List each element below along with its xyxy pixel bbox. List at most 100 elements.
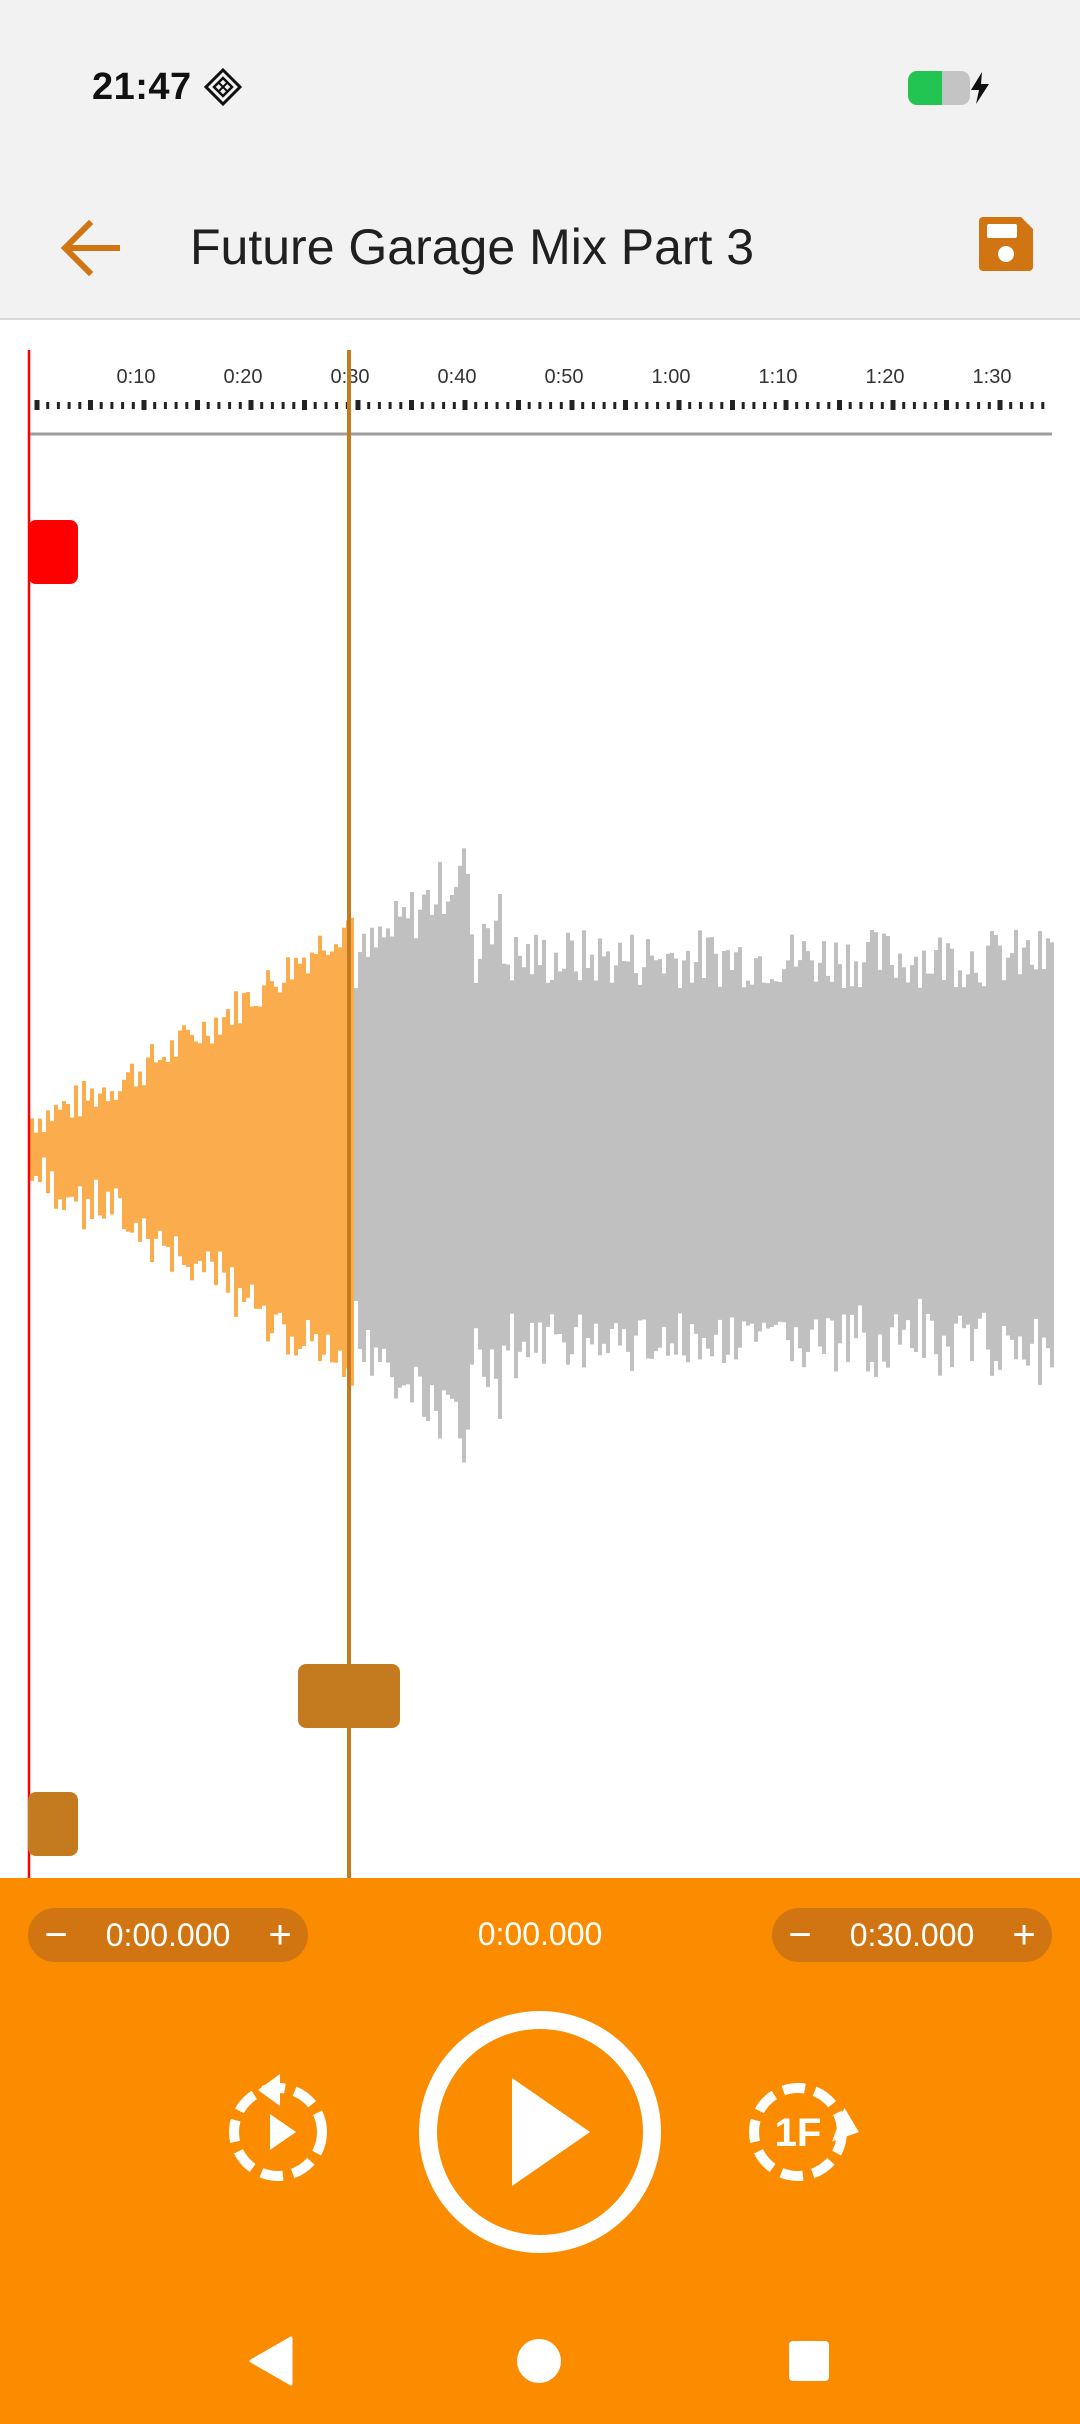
waveform-bar (290, 979, 294, 1337)
waveform-bar (862, 962, 866, 1333)
waveform-bar (470, 934, 474, 1365)
end-marker-handle[interactable] (28, 1792, 78, 1856)
waveform-bar (274, 986, 278, 1315)
waveform-bar (298, 963, 302, 1350)
timeline-tick-mark (292, 402, 296, 409)
waveform-bar (550, 979, 554, 1315)
back-button[interactable] (52, 210, 128, 286)
timeline-tick-mark (1030, 402, 1034, 409)
timeline-tick-mark (569, 400, 575, 410)
waveform-bar (370, 927, 374, 1376)
waveform-bar (98, 1093, 102, 1216)
waveform-bar (426, 889, 430, 1422)
waveform-bar (514, 936, 518, 1379)
waveform-bar (782, 969, 786, 1323)
waveform-bar (314, 953, 318, 1335)
waveform-bar (930, 973, 934, 1321)
waveform-bar (174, 1056, 178, 1237)
waveform-bar (446, 901, 450, 1395)
waveform-bar (694, 962, 698, 1334)
start-time-control: − 0:00.000 + (28, 1908, 308, 1962)
waveform-bar (750, 984, 754, 1324)
waveform-bar (338, 947, 342, 1351)
timeline-tick-mark (324, 402, 328, 409)
timeline-tick-mark (78, 402, 82, 409)
end-time-increase-button[interactable]: + (996, 1908, 1052, 1962)
waveform-canvas[interactable]: 0:100:200:300:400:501:001:101:201:30 (0, 322, 1080, 1878)
waveform-bar (178, 1030, 182, 1257)
waveform-bar (954, 986, 958, 1324)
end-time-decrease-button[interactable]: − (772, 1908, 828, 1962)
timeline-tick-mark (99, 402, 103, 409)
waveform-bar (806, 951, 810, 1352)
waveform-bar (294, 957, 298, 1356)
timeline-tick-mark (1041, 402, 1045, 409)
waveform-bar (466, 873, 470, 1430)
waveform-bar (90, 1088, 94, 1220)
start-time-value[interactable]: 0:00.000 (84, 1917, 252, 1954)
waveform-bar (542, 939, 546, 1364)
timeline-tick-label: 0:10 (117, 366, 156, 388)
timeline-tick-mark (549, 402, 553, 409)
waveform-bar (226, 1009, 230, 1293)
waveform-bar (562, 968, 566, 1343)
skip-forward-button[interactable]: 1F (742, 2068, 862, 2188)
play-button[interactable] (416, 2008, 664, 2256)
charging-bolt-icon (971, 72, 989, 104)
waveform-bar (218, 1034, 222, 1252)
waveform-bar (754, 958, 758, 1342)
start-marker-handle[interactable] (28, 520, 78, 584)
waveform-bar (386, 928, 390, 1363)
waveform-bar (78, 1116, 82, 1187)
waveform-bar (378, 926, 382, 1363)
save-button[interactable] (968, 206, 1044, 282)
waveform-bar (70, 1117, 74, 1197)
timeline-tick-mark (56, 402, 60, 409)
status-time: 21:47 (92, 66, 192, 108)
nav-home-button[interactable] (504, 2326, 574, 2396)
waveform-bar (890, 964, 894, 1328)
replay-button[interactable] (218, 2068, 338, 2188)
waveform-bar (1006, 957, 1010, 1336)
timeline-tick-mark (613, 402, 617, 409)
timeline-tick-mark (163, 402, 167, 409)
start-time-decrease-button[interactable]: − (28, 1908, 84, 1962)
start-time-increase-button[interactable]: + (252, 1908, 308, 1962)
nav-recents-button[interactable] (774, 2326, 844, 2396)
nav-back-button[interactable] (236, 2326, 306, 2396)
waveform-bar (454, 886, 458, 1402)
waveform-editor[interactable]: 0:100:200:300:400:501:001:101:201:30 (0, 322, 1080, 1878)
timeline-tick-mark (955, 402, 959, 409)
waveform-bar (334, 944, 338, 1363)
end-time-value[interactable]: 0:30.000 (828, 1917, 996, 1954)
waveform-bar (566, 932, 570, 1365)
waveform-bar (654, 960, 658, 1352)
waveform-bar (506, 964, 510, 1351)
waveform-bar (354, 988, 358, 1301)
timeline-tick-mark (335, 402, 339, 409)
waveform-bar (434, 904, 438, 1411)
timeline-tick-mark (581, 402, 585, 409)
waveform-bar (302, 957, 306, 1346)
waveform-bar (270, 981, 274, 1334)
waveform-bar (86, 1100, 90, 1199)
playhead-handle[interactable] (298, 1664, 400, 1728)
timeline-tick-mark (890, 400, 896, 410)
waveform-bar (202, 1021, 206, 1273)
waveform-bar (306, 973, 310, 1320)
timeline-tick-mark (880, 402, 884, 409)
waveform-bar (854, 961, 858, 1339)
waveform-bar (418, 909, 422, 1377)
waveform-bar (802, 941, 806, 1368)
waveform-bar (94, 1106, 98, 1180)
waveform-bar (122, 1079, 126, 1230)
waveform-bar (942, 979, 946, 1336)
timeline-tick-mark (110, 402, 114, 409)
waveform-bar (262, 985, 266, 1306)
waveform-bar (34, 1132, 38, 1176)
timeline-tick-mark (902, 402, 906, 409)
waveform-bar (110, 1091, 114, 1215)
waveform-bar (310, 952, 314, 1342)
waveform-bar (910, 965, 914, 1349)
waveform-bar (398, 916, 402, 1388)
